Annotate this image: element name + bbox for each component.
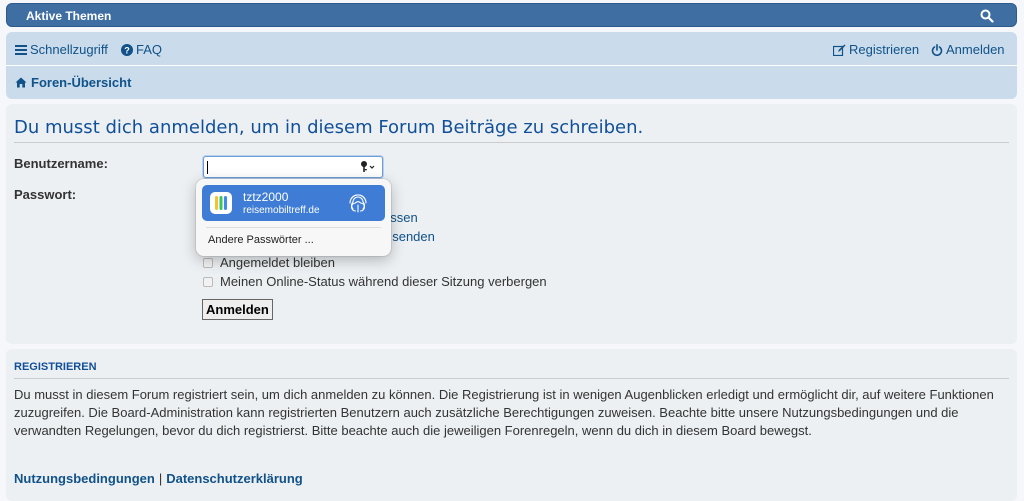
link-separator: | bbox=[158, 471, 163, 486]
username-label: Benutzername: bbox=[14, 156, 108, 171]
autofill-username: tztz2000 bbox=[243, 190, 289, 204]
divider bbox=[14, 378, 1009, 379]
remember-me-label: Angemeldet bleiben bbox=[220, 255, 335, 270]
register-link[interactable]: Registrieren bbox=[833, 42, 919, 57]
register-info-text: Du musst in diesem Forum registriert sei… bbox=[14, 387, 994, 438]
question-circle-icon: ? bbox=[121, 43, 133, 56]
breadcrumb-label: Foren-Übersicht bbox=[31, 75, 132, 90]
bars-icon bbox=[15, 45, 27, 55]
privacy-link[interactable]: Datenschutzerklärung bbox=[166, 471, 303, 486]
remember-me-checkbox[interactable] bbox=[203, 257, 213, 268]
edit-icon bbox=[833, 44, 846, 56]
password-autofill-popup: tztz2000 reisemobiltreff.de Andere Passw… bbox=[196, 179, 391, 256]
key-autofill-icon[interactable] bbox=[360, 160, 378, 176]
login-label: Anmelden bbox=[946, 42, 1005, 57]
quicklinks-label: Schnellzugriff bbox=[30, 42, 108, 57]
active-topics-link[interactable]: Aktive Themen bbox=[26, 9, 111, 23]
login-submit-button[interactable]: Anmelden bbox=[202, 299, 273, 320]
register-label: Registrieren bbox=[849, 42, 920, 57]
top-navbar: Aktive Themen bbox=[6, 3, 1017, 27]
other-passwords-item[interactable]: Andere Passwörter ... bbox=[208, 234, 314, 246]
username-field[interactable] bbox=[203, 156, 383, 178]
login-heading: Du musst dich anmelden, um in diesem For… bbox=[14, 117, 644, 138]
passwords-app-icon bbox=[210, 192, 232, 214]
breadcrumb-forum-index[interactable]: Foren-Übersicht bbox=[15, 75, 131, 90]
quicklinks-menu[interactable]: Schnellzugriff bbox=[15, 42, 108, 57]
remember-me-option[interactable]: Angemeldet bleiben bbox=[203, 255, 335, 270]
home-icon bbox=[15, 77, 27, 88]
power-icon bbox=[931, 43, 943, 56]
svg-text:?: ? bbox=[124, 45, 130, 55]
search-icon[interactable] bbox=[980, 9, 994, 23]
faq-label: FAQ bbox=[136, 42, 163, 57]
register-heading: REGISTRIEREN bbox=[14, 361, 97, 373]
login-panel: Du musst dich anmelden, um in diesem For… bbox=[6, 104, 1017, 344]
popup-divider bbox=[206, 227, 381, 228]
login-link[interactable]: Anmelden bbox=[931, 42, 1005, 57]
faq-link[interactable]: ? FAQ bbox=[121, 42, 162, 57]
resend-activation-link[interactable]: t senden bbox=[385, 229, 435, 244]
fingerprint-icon bbox=[347, 192, 369, 219]
register-links: Nutzungsbedingungen | Datenschutzerklärung bbox=[14, 471, 303, 486]
password-label: Passwort: bbox=[14, 187, 77, 202]
header-nav: Schnellzugriff ? FAQ Registrieren Anmeld… bbox=[6, 32, 1017, 99]
autofill-suggestion[interactable]: tztz2000 reisemobiltreff.de bbox=[202, 185, 385, 221]
hide-online-option[interactable]: Meinen Online-Status während dieser Sitz… bbox=[203, 274, 547, 289]
hide-online-label: Meinen Online-Status während dieser Sitz… bbox=[220, 274, 547, 289]
hide-online-checkbox[interactable] bbox=[203, 276, 213, 287]
terms-link[interactable]: Nutzungsbedingungen bbox=[14, 471, 155, 486]
autofill-domain: reisemobiltreff.de bbox=[243, 205, 320, 216]
text-caret bbox=[207, 161, 208, 174]
divider bbox=[14, 142, 1009, 143]
nav-row: Schnellzugriff ? FAQ Registrieren Anmeld… bbox=[6, 32, 1017, 66]
register-panel: REGISTRIEREN Du musst in diesem Forum re… bbox=[6, 349, 1017, 501]
